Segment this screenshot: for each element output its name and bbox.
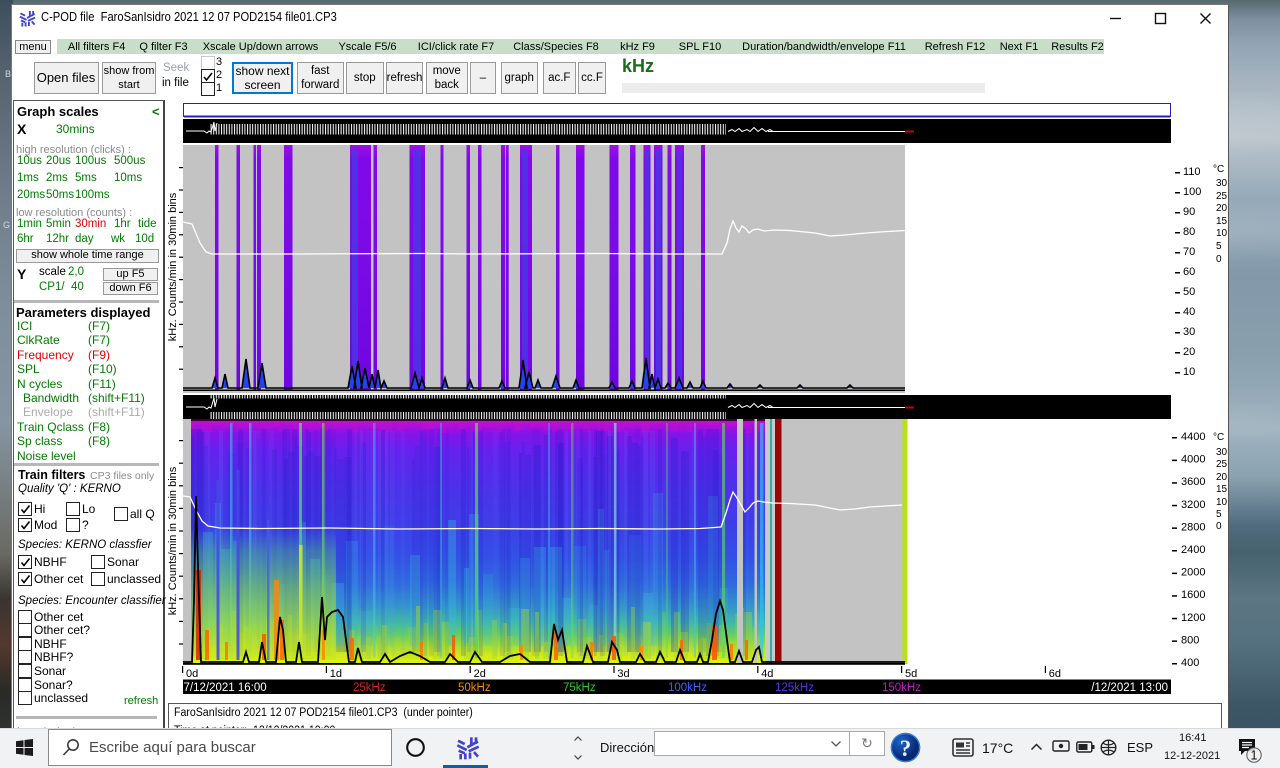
svg-text:2000: 2000 (1181, 567, 1205, 579)
svg-text:1600: 1600 (1181, 589, 1205, 601)
svg-text:125kHz: 125kHz (775, 682, 814, 694)
svg-text:3200: 3200 (1181, 499, 1205, 511)
svg-text:5: 5 (1216, 241, 1222, 252)
svg-text:30: 30 (1216, 178, 1228, 189)
svg-text:0: 0 (1216, 254, 1222, 265)
svg-text:0: 0 (1216, 521, 1222, 532)
svg-text:kHz. Counts/min in 30min bins: kHz. Counts/min in 30min bins (167, 466, 179, 615)
svg-text:4400: 4400 (1181, 431, 1205, 443)
svg-text:15: 15 (1216, 484, 1228, 495)
svg-text:75kHz: 75kHz (563, 682, 596, 694)
svg-text:90: 90 (1183, 206, 1195, 218)
svg-text:/12/2021 13:00: /12/2021 13:00 (1091, 682, 1168, 694)
svg-text:1d: 1d (330, 668, 342, 680)
svg-text:50kHz: 50kHz (458, 682, 491, 694)
svg-text:2d: 2d (474, 668, 486, 680)
svg-text:0d: 0d (186, 668, 198, 680)
svg-text:4000: 4000 (1181, 454, 1205, 466)
svg-text:30: 30 (1183, 326, 1195, 338)
svg-text:110: 110 (1183, 166, 1201, 178)
svg-text:30: 30 (1216, 447, 1228, 458)
svg-text:25: 25 (1216, 191, 1228, 202)
svg-text:100kHz: 100kHz (668, 682, 707, 694)
svg-text:40: 40 (1183, 306, 1195, 318)
svg-text:°C: °C (1213, 432, 1224, 443)
svg-text:4d: 4d (761, 668, 773, 680)
svg-text:70: 70 (1183, 246, 1195, 258)
svg-text:15: 15 (1216, 216, 1228, 227)
svg-text:2400: 2400 (1181, 544, 1205, 556)
svg-text:20: 20 (1183, 346, 1195, 358)
svg-text:100: 100 (1183, 186, 1201, 198)
svg-text:25: 25 (1216, 459, 1228, 470)
svg-text:80: 80 (1183, 226, 1195, 238)
svg-text:20: 20 (1216, 472, 1228, 483)
svg-text:50: 50 (1183, 286, 1195, 298)
svg-text:7/12/2021 16:00: 7/12/2021 16:00 (184, 682, 267, 694)
svg-text:kHz. Counts/min in 30min bins: kHz. Counts/min in 30min bins (167, 192, 179, 341)
svg-text:150kHz: 150kHz (882, 682, 921, 694)
svg-text:°C: °C (1213, 164, 1224, 175)
svg-text:800: 800 (1181, 634, 1199, 646)
svg-text:10: 10 (1183, 366, 1195, 378)
svg-text:60: 60 (1183, 266, 1195, 278)
svg-text:2800: 2800 (1181, 521, 1205, 533)
svg-text:1: 1 (1251, 749, 1258, 763)
svg-text:6d: 6d (1049, 668, 1061, 680)
svg-text:5d: 5d (905, 668, 917, 680)
svg-text:10: 10 (1216, 497, 1228, 508)
svg-text:?: ? (900, 736, 912, 761)
svg-text:25kHz: 25kHz (353, 682, 386, 694)
svg-text:20: 20 (1216, 203, 1228, 214)
svg-text:10: 10 (1216, 228, 1228, 239)
svg-text:3600: 3600 (1181, 476, 1205, 488)
svg-text:5: 5 (1216, 509, 1222, 520)
svg-text:3d: 3d (617, 668, 629, 680)
svg-text:400: 400 (1181, 657, 1199, 669)
svg-text:1200: 1200 (1181, 612, 1205, 624)
